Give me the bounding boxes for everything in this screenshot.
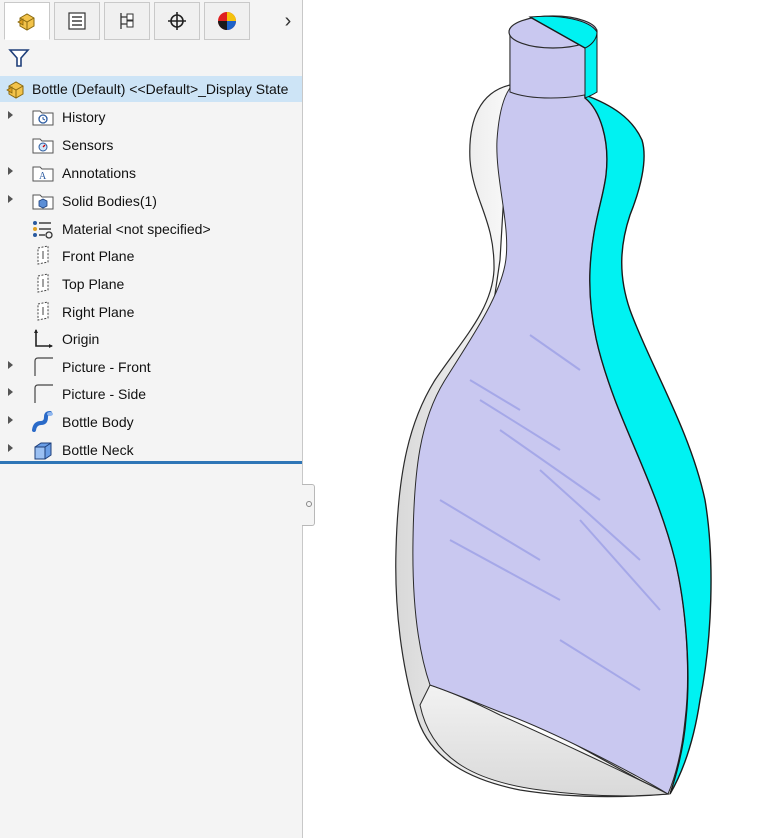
tree-item-label: Annotations [62, 165, 136, 181]
filter-icon[interactable] [6, 45, 32, 71]
expand-arrow-icon[interactable] [8, 111, 13, 119]
expand-arrow-icon[interactable] [8, 444, 13, 452]
plane-icon [37, 245, 49, 265]
svg-text:A: A [39, 171, 47, 182]
tree-item-origin[interactable]: Origin [0, 326, 302, 352]
tree-item-right-plane[interactable]: Right Plane [0, 299, 302, 325]
list-icon [68, 12, 86, 30]
plane-icon [37, 273, 49, 293]
appearance-ball-icon [218, 12, 236, 30]
panel-divider [302, 0, 303, 838]
sensors-folder-icon [32, 138, 54, 154]
feature-manager-panel: › Bottle (Default) <<Default>_Display St… [0, 0, 302, 838]
tree-item-label: Bottle Neck [62, 442, 134, 458]
tree-item-picture-front[interactable]: Picture - Front [0, 354, 302, 380]
expand-arrow-icon[interactable] [8, 195, 13, 203]
tree-root-label: Bottle (Default) <<Default>_Display Stat… [32, 81, 289, 97]
tree-item-top-plane[interactable]: Top Plane [0, 271, 302, 297]
tree-item-bottle-neck[interactable]: Bottle Neck [0, 437, 302, 463]
display-manager-tab[interactable] [204, 2, 250, 40]
configuration-icon [120, 13, 134, 29]
plane-icon [37, 301, 49, 321]
tree-item-label: Right Plane [62, 304, 135, 320]
tree-item-solid-bodies[interactable]: Solid Bodies(1) [0, 188, 302, 214]
tree-item-label: Picture - Side [62, 386, 147, 402]
part-cube-icon [6, 81, 24, 99]
origin-icon [34, 329, 53, 348]
solid-bodies-folder-icon [32, 194, 54, 210]
expand-arrow-icon[interactable] [8, 167, 13, 175]
tree-item-label: Top Plane [62, 276, 125, 292]
tree-item-bottle-body[interactable]: Bottle Body [0, 409, 302, 435]
sketch-picture-icon [34, 384, 53, 403]
history-folder-icon [32, 110, 54, 126]
tree-item-label: Solid Bodies(1) [62, 193, 157, 209]
crosshair-icon [168, 12, 186, 30]
tree-item-label: Front Plane [62, 248, 135, 264]
tree-item-annotations[interactable]: A Annotations [0, 160, 302, 186]
tree-root-item[interactable]: Bottle (Default) <<Default>_Display Stat… [0, 76, 302, 102]
tree-item-label: Sensors [62, 137, 114, 153]
expand-arrow-icon[interactable] [8, 361, 13, 369]
tree-item-label: Material <not specified> [62, 221, 211, 237]
configuration-manager-tab[interactable] [104, 2, 150, 40]
tree-item-material[interactable]: Material <not specified> [0, 216, 302, 242]
tree-item-front-plane[interactable]: Front Plane [0, 243, 302, 269]
graphics-viewport[interactable] [316, 0, 768, 838]
tree-item-label: Bottle Body [62, 414, 134, 430]
tree-item-label: History [62, 109, 106, 125]
property-manager-tab[interactable] [54, 2, 100, 40]
tab-overflow-chevron-icon[interactable]: › [276, 6, 300, 36]
rollback-bar[interactable] [0, 461, 302, 464]
tree-item-sensors[interactable]: Sensors [0, 132, 302, 158]
manager-tab-bar: › [0, 0, 302, 42]
material-icon [33, 221, 53, 239]
annotations-folder-icon: A [32, 166, 54, 182]
dimxpert-manager-tab[interactable] [154, 2, 200, 40]
tree-item-history[interactable]: History [0, 104, 302, 130]
collapse-handle-dot-icon [306, 501, 312, 507]
extrude-feature-icon [34, 442, 52, 460]
sketch-picture-icon [34, 357, 53, 376]
tree-item-label: Origin [62, 331, 100, 347]
loft-feature-icon [32, 411, 53, 432]
part-cube-icon [17, 13, 35, 31]
expand-arrow-icon[interactable] [8, 416, 13, 424]
feature-manager-tab[interactable] [4, 2, 50, 40]
tree-item-picture-side[interactable]: Picture - Side [0, 381, 302, 407]
tree-item-label: Picture - Front [62, 359, 151, 375]
expand-arrow-icon[interactable] [8, 388, 13, 396]
